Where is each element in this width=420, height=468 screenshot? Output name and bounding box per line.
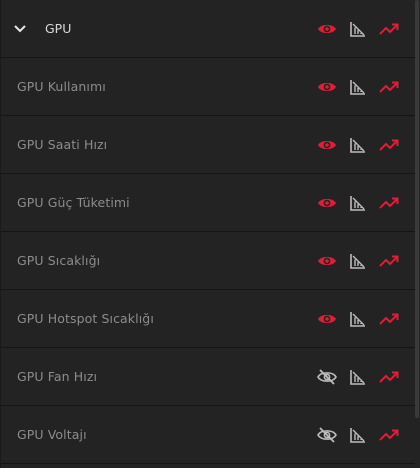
metric-label: GPU Saati Hızı — [17, 137, 108, 152]
chart-style-icon[interactable] — [348, 135, 368, 155]
trend-up-icon[interactable] — [379, 367, 399, 387]
metric-row-gpu-temperature[interactable]: GPU Sıcaklığı — [1, 232, 415, 290]
trend-up-icon[interactable] — [379, 309, 399, 329]
metric-label: GPU Hotspot Sıcaklığı — [17, 311, 154, 326]
metric-label: GPU Kullanımı — [17, 79, 106, 94]
eye-off-icon[interactable] — [317, 425, 337, 445]
metric-label: GPU Sıcaklığı — [17, 253, 101, 268]
metric-label: GPU Fan Hızı — [17, 369, 98, 384]
eye-icon[interactable] — [317, 309, 337, 329]
group-title: GPU — [45, 21, 72, 36]
eye-icon[interactable] — [317, 135, 337, 155]
eye-icon[interactable] — [317, 19, 337, 39]
trend-up-icon[interactable] — [379, 425, 399, 445]
chart-style-icon[interactable] — [348, 77, 368, 97]
metric-label: GPU Güç Tüketimi — [17, 195, 130, 210]
metrics-panel: GPU GPU Kullanımı GPU Saati Hızı GPU Güç… — [0, 0, 420, 468]
chart-style-icon[interactable] — [348, 193, 368, 213]
metric-row-gpu-hotspot-temperature[interactable]: GPU Hotspot Sıcaklığı — [1, 290, 415, 348]
eye-icon[interactable] — [317, 193, 337, 213]
row-icons — [317, 290, 399, 348]
chart-style-icon[interactable] — [348, 309, 368, 329]
chart-style-icon[interactable] — [348, 425, 368, 445]
vertical-scrollbar[interactable] — [415, 0, 419, 418]
chart-style-icon[interactable] — [348, 19, 368, 39]
chart-style-icon[interactable] — [348, 251, 368, 271]
metric-row-gpu-fan-speed[interactable]: GPU Fan Hızı — [1, 348, 415, 406]
trend-up-icon[interactable] — [379, 19, 399, 39]
metric-row-gpu-clock[interactable]: GPU Saati Hızı — [1, 116, 415, 174]
trend-up-icon[interactable] — [379, 193, 399, 213]
eye-icon[interactable] — [317, 77, 337, 97]
chart-style-icon[interactable] — [348, 367, 368, 387]
metric-label: GPU Voltajı — [17, 427, 87, 442]
metric-row-gpu-voltage[interactable]: GPU Voltajı — [1, 406, 415, 464]
row-icons — [317, 116, 399, 174]
trend-up-icon[interactable] — [379, 251, 399, 271]
eye-icon[interactable] — [317, 251, 337, 271]
trend-up-icon[interactable] — [379, 77, 399, 97]
eye-off-icon[interactable] — [317, 367, 337, 387]
row-icons — [317, 174, 399, 232]
row-icons — [317, 348, 399, 406]
row-icons — [317, 232, 399, 290]
trend-up-icon[interactable] — [379, 135, 399, 155]
metric-row-gpu-power[interactable]: GPU Güç Tüketimi — [1, 174, 415, 232]
metric-row-gpu-usage[interactable]: GPU Kullanımı — [1, 58, 415, 116]
gpu-group-header[interactable]: GPU — [1, 0, 415, 58]
row-icons — [317, 58, 399, 116]
chevron-down-icon[interactable] — [13, 22, 27, 36]
group-icons — [317, 0, 399, 58]
row-icons — [317, 406, 399, 464]
